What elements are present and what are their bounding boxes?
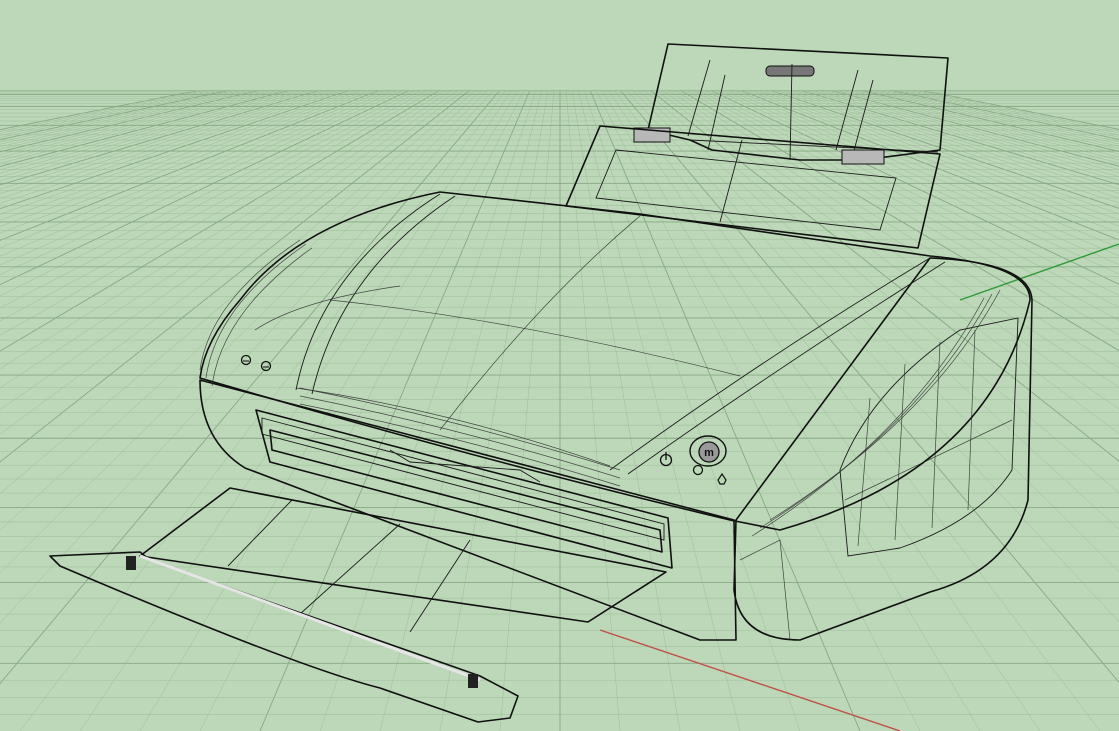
grid-line [0,89,201,131]
grid-line [0,89,405,275]
y-axis-line [959,243,1119,301]
grid-line [919,89,1119,130]
grid-line [0,89,339,199]
grid-line [631,89,1119,573]
grid-line [0,89,231,141]
grid-line [883,89,1119,142]
x-axis-line [599,629,901,731]
construction-grid [0,0,1119,731]
grid-line [781,89,1119,199]
viewport-scene[interactable]: m [0,0,1119,731]
grid-line [19,89,507,731]
grid-line [829,89,1119,167]
grid-line [619,89,1119,684]
grid-line [0,89,309,178]
grid-line [0,89,243,145]
grid-line [0,89,399,266]
grid-line [805,89,1119,181]
grid-line [895,89,1119,138]
printer-body[interactable] [199,191,1033,641]
grid-line [0,89,471,463]
control-panel: m [659,435,727,485]
grid-line [697,89,1119,308]
grid-line [877,89,1119,145]
grid-line [0,89,315,182]
grid-line [589,89,861,731]
grid-line [0,89,279,161]
grid-line [439,89,549,731]
grid-line [721,89,1119,265]
grid-line [0,89,363,221]
grid-line [0,89,237,143]
grid-line [769,89,1119,209]
grid-line [637,89,1119,530]
paper-output-tray[interactable] [49,487,667,723]
grid-line [0,89,333,194]
grid-line [0,89,483,531]
grid-line [607,89,1041,731]
grid-line [0,89,489,574]
grid-line [0,89,225,138]
grid-line [751,89,1119,227]
grid-line [841,89,1119,161]
perspective-viewport[interactable]: m [0,0,1119,731]
resume-button[interactable] [692,464,704,476]
paper-drop-icon [260,360,272,372]
grid-line [0,89,327,190]
grid-line [499,89,555,731]
sky-backdrop [0,0,1119,90]
grid-line [0,89,207,132]
grid-line [715,89,1119,275]
grid-line [79,89,513,731]
grid-line [0,89,321,186]
maintenance-button[interactable]: m [689,435,727,467]
grid-line [0,89,357,215]
grid-line [739,89,1119,241]
grid-line [823,89,1119,170]
grid-line [799,89,1119,186]
grid-line [811,89,1119,178]
grid-line [907,89,1119,134]
grid-line [259,89,531,731]
grid-line [0,89,465,435]
grid-line [787,89,1119,194]
grid-line [889,89,1119,140]
grid-line [571,89,681,731]
maintenance-button-label: m [704,447,714,459]
grid-line [0,89,381,241]
grid-line [0,89,297,171]
grid-line [577,89,741,731]
grid-line [595,89,921,731]
grid-line [0,89,249,147]
grid-line [0,89,285,164]
grid-line [0,89,495,624]
